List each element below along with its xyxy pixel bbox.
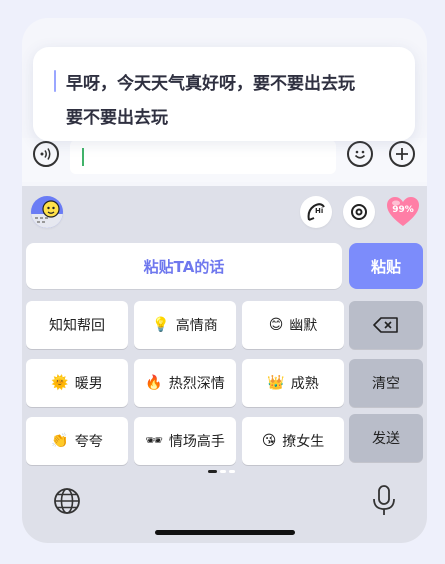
key-label: 暖男 <box>74 376 103 392</box>
message-input[interactable] <box>70 140 336 174</box>
message-preview-card: 早呀，今天天气真好呀，要不要出去玩 要不要出去玩 <box>33 47 415 141</box>
quote-bar <box>54 70 56 92</box>
add-icon[interactable] <box>389 141 415 167</box>
key-label: 幽默 <box>289 318 318 334</box>
heart-icon[interactable]: 99% <box>385 194 421 230</box>
message-line-2: 要不要出去玩 <box>66 108 168 128</box>
clear-key[interactable]: 清空 <box>349 359 423 407</box>
page-indicator-active <box>208 470 217 473</box>
lightbulb-icon: 💡 <box>152 317 170 333</box>
sunglasses-icon: 🕶 <box>145 433 163 449</box>
key-label: 情场高手 <box>168 434 225 450</box>
key-label: 成熟 <box>290 376 319 392</box>
key-label: 高情商 <box>175 318 218 334</box>
clap-icon: 👏 <box>51 433 69 449</box>
sun-face-icon: 🌞 <box>51 375 69 391</box>
page-indicator-dot <box>229 470 235 473</box>
page-indicator-dot <box>220 470 226 473</box>
microphone-icon[interactable] <box>371 484 397 518</box>
voice-icon[interactable] <box>33 141 59 167</box>
key-passionate[interactable]: 🔥 热烈深情 <box>134 359 236 407</box>
backspace-key[interactable] <box>349 301 423 349</box>
key-mature[interactable]: 👑 成熟 <box>242 359 344 407</box>
text-caret <box>82 148 84 166</box>
key-love-master[interactable]: 🕶 情场高手 <box>134 417 236 465</box>
send-key[interactable]: 发送 <box>349 414 423 462</box>
key-praise[interactable]: 👏 夸夸 <box>26 417 128 465</box>
avatar-icon[interactable] <box>31 196 63 228</box>
svg-text:Hi: Hi <box>315 207 323 215</box>
key-label: 热烈深情 <box>168 376 225 392</box>
backspace-icon <box>373 317 398 333</box>
paste-area[interactable]: 粘贴TA的话 <box>26 243 342 289</box>
heart-percent: 99% <box>392 205 414 215</box>
key-label: 知知帮回 <box>49 318 105 334</box>
paste-button[interactable]: 粘贴 <box>349 243 423 289</box>
key-flirt[interactable]: 😘 撩女生 <box>242 417 344 465</box>
globe-icon[interactable] <box>52 486 82 516</box>
smile-emoji-icon: 😊 <box>268 317 284 333</box>
kiss-face-icon: 😘 <box>261 433 277 449</box>
crown-icon: 👑 <box>267 375 285 391</box>
key-helper[interactable]: 知知帮回 <box>26 301 128 349</box>
message-line-1: 早呀，今天天气真好呀，要不要出去玩 <box>66 74 355 94</box>
emoji-icon[interactable] <box>347 141 373 167</box>
key-label: 撩女生 <box>282 434 325 450</box>
fire-icon: 🔥 <box>145 375 163 391</box>
key-high-eq[interactable]: 💡 高情商 <box>134 301 236 349</box>
key-label: 夸夸 <box>74 434 103 450</box>
key-warm-guy[interactable]: 🌞 暖男 <box>26 359 128 407</box>
key-humor[interactable]: 😊 幽默 <box>242 301 344 349</box>
home-indicator[interactable] <box>155 530 295 535</box>
hi-bubble-icon[interactable]: Hi <box>300 196 332 228</box>
target-icon[interactable] <box>343 196 375 228</box>
